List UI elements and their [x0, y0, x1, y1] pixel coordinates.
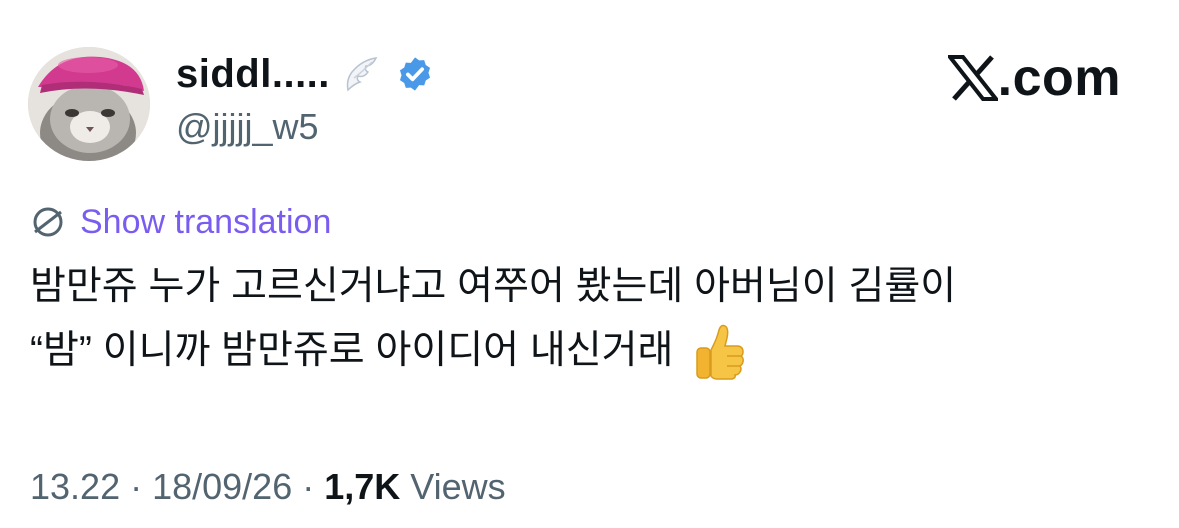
brand-watermark: .com [947, 49, 1121, 107]
tweet-time[interactable]: 13.22 [30, 466, 120, 508]
author-handle[interactable]: @jjjjj_w5 [176, 106, 319, 148]
author-name-row[interactable]: siddl..... [176, 50, 434, 98]
meta-separator: · [302, 466, 315, 507]
tweet-date[interactable]: 18/09/26 [152, 466, 292, 508]
meta-separator: · [130, 466, 143, 507]
tweet-line: 밤만쥬 누가 고르신거냐고 여쭈어 봤는데 아버님이 김률이 [30, 255, 1150, 319]
show-translation-label: Show translation [80, 202, 332, 241]
author-display-name[interactable]: siddl..... [176, 52, 330, 97]
avatar-image [28, 47, 150, 161]
thumbs-up-icon [696, 324, 745, 380]
tweet-line-text: “밤” 이니까 밤만쥬로 아이디어 내신거래 [30, 329, 674, 372]
views-label: Views [410, 466, 506, 507]
avatar[interactable] [28, 47, 150, 161]
views-count[interactable]: 1,7K [324, 466, 400, 508]
x-logo-icon [947, 55, 998, 101]
tweet-text: 밤만쥬 누가 고르신거냐고 여쭈어 봤는데 아버님이 김률이 “밤” 이니까 밤… [30, 255, 1150, 383]
tweet-line: “밤” 이니까 밤만쥬로 아이디어 내신거래 [30, 319, 1150, 383]
wing-emoji-icon [346, 57, 378, 92]
tweet-meta: 13.22 · 18/09/26 · 1,7K Views [30, 462, 506, 512]
tweet-line-text: 밤만쥬 누가 고르신거냐고 여쭈어 봤는데 아버님이 김률이 [30, 265, 957, 308]
show-translation-button[interactable]: Show translation [30, 200, 331, 244]
verified-badge-icon [399, 57, 430, 91]
brand-domain: .com [997, 49, 1121, 107]
tweet-card: siddl..... @jjjjj_w5 .com Show translati… [0, 0, 1179, 528]
globe-icon [33, 207, 63, 237]
